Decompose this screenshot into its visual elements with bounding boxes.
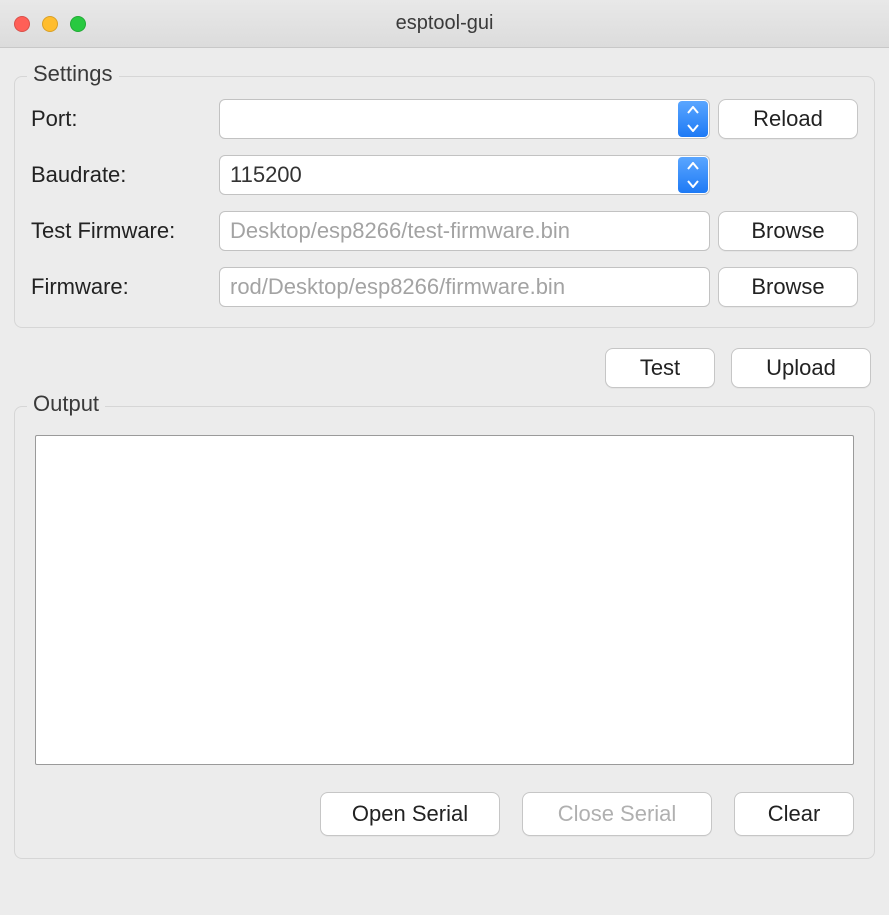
output-fieldset: Output Open Serial Close Serial Clear bbox=[14, 406, 875, 859]
window-content: Settings Port: Reload Baudrate: 115200 bbox=[0, 48, 889, 883]
output-buttons: Open Serial Close Serial Clear bbox=[35, 792, 854, 836]
port-select[interactable] bbox=[219, 99, 710, 139]
test-firmware-browse-button[interactable]: Browse bbox=[718, 211, 858, 251]
test-firmware-field[interactable]: Desktop/esp8266/test-firmware.bin bbox=[219, 211, 710, 251]
firmware-input-wrap: rod/Desktop/esp8266/firmware.bin bbox=[219, 267, 710, 307]
settings-legend: Settings bbox=[27, 61, 119, 87]
firmware-field[interactable]: rod/Desktop/esp8266/firmware.bin bbox=[219, 267, 710, 307]
close-icon[interactable] bbox=[14, 16, 30, 32]
traffic-lights bbox=[14, 16, 86, 32]
reload-button[interactable]: Reload bbox=[718, 99, 858, 139]
clear-button[interactable]: Clear bbox=[734, 792, 854, 836]
test-firmware-value: Desktop/esp8266/test-firmware.bin bbox=[230, 218, 570, 244]
test-firmware-label: Test Firmware: bbox=[31, 218, 211, 244]
firmware-label: Firmware: bbox=[31, 274, 211, 300]
settings-grid: Port: Reload Baudrate: 115200 bbox=[31, 99, 858, 307]
baud-select-value: 115200 bbox=[230, 162, 302, 188]
test-firmware-input-wrap: Desktop/esp8266/test-firmware.bin bbox=[219, 211, 710, 251]
window-title: esptool-gui bbox=[0, 12, 889, 35]
port-label: Port: bbox=[31, 106, 211, 132]
firmware-browse-button[interactable]: Browse bbox=[718, 267, 858, 307]
close-serial-button[interactable]: Close Serial bbox=[522, 792, 712, 836]
baud-select[interactable]: 115200 bbox=[219, 155, 710, 195]
action-row: Test Upload bbox=[18, 348, 871, 388]
port-select-wrap bbox=[219, 99, 710, 139]
zoom-icon[interactable] bbox=[70, 16, 86, 32]
test-button[interactable]: Test bbox=[605, 348, 715, 388]
output-textarea[interactable] bbox=[35, 435, 854, 765]
upload-button[interactable]: Upload bbox=[731, 348, 871, 388]
minimize-icon[interactable] bbox=[42, 16, 58, 32]
baud-label: Baudrate: bbox=[31, 162, 211, 188]
firmware-value: rod/Desktop/esp8266/firmware.bin bbox=[230, 274, 565, 300]
titlebar: esptool-gui bbox=[0, 0, 889, 48]
stepper-icon[interactable] bbox=[678, 157, 708, 193]
baud-select-wrap: 115200 bbox=[219, 155, 710, 195]
stepper-icon[interactable] bbox=[678, 101, 708, 137]
settings-fieldset: Settings Port: Reload Baudrate: 115200 bbox=[14, 76, 875, 328]
output-legend: Output bbox=[27, 391, 105, 417]
open-serial-button[interactable]: Open Serial bbox=[320, 792, 500, 836]
